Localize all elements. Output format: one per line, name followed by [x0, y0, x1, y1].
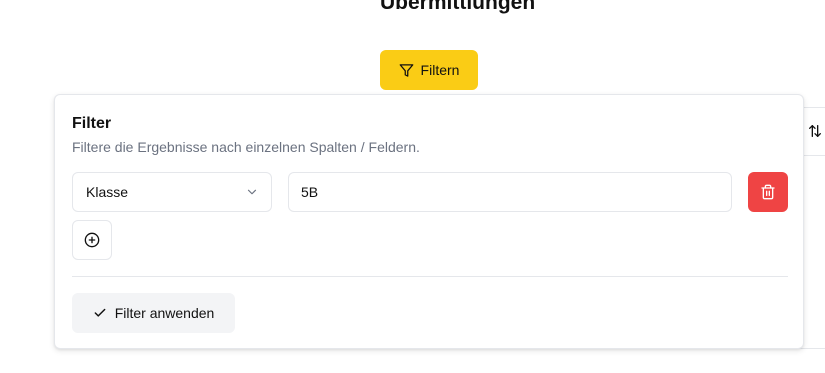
filter-popover: Filter Filtere die Ergebnisse nach einze…: [54, 94, 804, 349]
apply-filter-label: Filter anwenden: [114, 305, 215, 321]
apply-filter-button[interactable]: Filter anwenden: [72, 293, 235, 333]
filter-toggle-button[interactable]: Filtern: [380, 50, 478, 90]
column-select[interactable]: Klasse: [72, 172, 272, 212]
filter-icon: [399, 63, 413, 77]
trash-icon: [761, 184, 775, 200]
divider: [72, 276, 788, 277]
page-title: Übermittlungen: [380, 0, 536, 14]
sort-arrows-icon[interactable]: [807, 123, 823, 139]
add-filter-button[interactable]: [72, 220, 112, 260]
column-select-value: Klasse: [86, 184, 129, 200]
delete-filter-button[interactable]: [748, 172, 788, 212]
filter-toggle-label: Filtern: [420, 62, 460, 78]
plus-circle-icon: [84, 232, 100, 248]
filter-popover-description: Filtere die Ergebnisse nach einzelnen Sp…: [72, 139, 420, 155]
chevron-down-icon: [247, 189, 257, 195]
filter-popover-title: Filter: [72, 115, 112, 132]
filter-value-input[interactable]: [288, 172, 732, 212]
check-icon: [94, 308, 106, 317]
